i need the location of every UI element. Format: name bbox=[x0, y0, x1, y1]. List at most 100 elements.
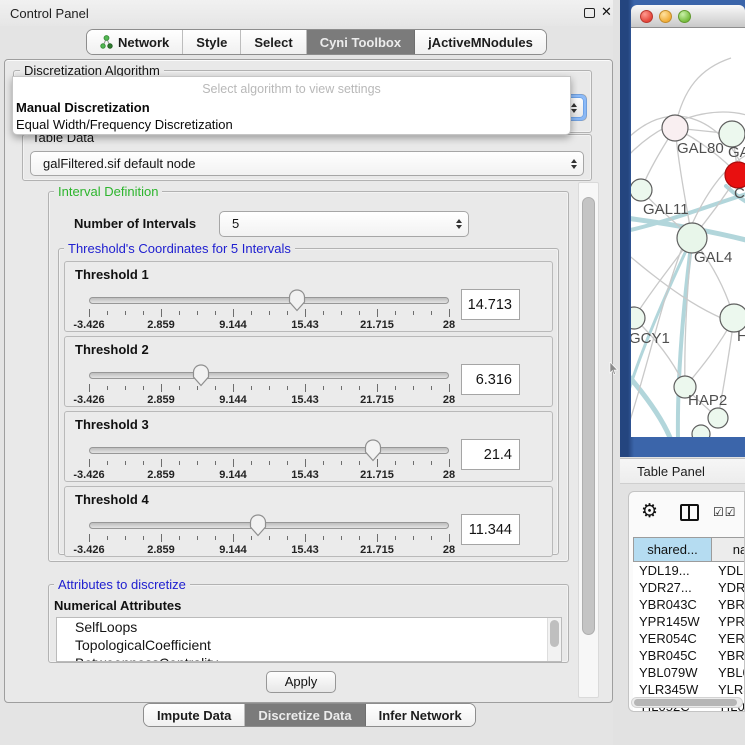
threshold-3-label: Threshold 3 bbox=[75, 417, 149, 432]
node-label: C bbox=[734, 185, 745, 202]
threshold-coordinates-title: Threshold's Coordinates for 5 Intervals bbox=[64, 241, 295, 256]
table-panel-title: Table Panel bbox=[637, 464, 705, 479]
minimize-traffic-light-icon[interactable] bbox=[659, 10, 672, 23]
node-gal80[interactable] bbox=[662, 115, 688, 141]
panel-vertical-scrollbar[interactable] bbox=[578, 182, 599, 698]
threshold-3-slider[interactable]: -3.426 2.859 9.144 15.43 21.715 28 bbox=[89, 438, 449, 482]
tab-style[interactable]: Style bbox=[183, 30, 241, 54]
interval-definition-title: Interval Definition bbox=[54, 184, 162, 199]
tab-impute-data[interactable]: Impute Data bbox=[144, 704, 245, 726]
list-item[interactable]: SelfLoops bbox=[57, 618, 561, 636]
scrollbar-thumb[interactable] bbox=[582, 197, 595, 635]
node-bottom[interactable] bbox=[708, 408, 728, 428]
gear-icon[interactable]: ⚙ bbox=[641, 500, 658, 523]
slider-track[interactable] bbox=[89, 522, 449, 529]
control-panel-titlebar: Control Panel ✕ bbox=[0, 0, 618, 26]
threshold-1-slider[interactable]: -3.426 2.859 9.144 15.43 21.715 28 bbox=[89, 288, 449, 332]
close-traffic-light-icon[interactable] bbox=[640, 10, 653, 23]
tab-infer-network[interactable]: Infer Network bbox=[366, 704, 475, 726]
threshold-1-label: Threshold 1 bbox=[75, 267, 149, 282]
slider-ticks bbox=[89, 309, 449, 318]
slider-tick-labels: -3.426 2.859 9.144 15.43 21.715 28 bbox=[89, 469, 449, 481]
node-gcy1[interactable] bbox=[631, 307, 645, 329]
column-header-shared-name[interactable]: shared... bbox=[633, 537, 712, 562]
tab-discretize-data[interactable]: Discretize Data bbox=[245, 704, 365, 726]
node-table: shared... name YDL19...YDL1 YDR27...YDR2… bbox=[633, 537, 745, 712]
scrollbar-thumb[interactable] bbox=[634, 699, 737, 706]
network-graph: GAL80 GA C GAL11 GAL4 GCY1 HA HAP2 bbox=[631, 28, 745, 437]
table-row[interactable]: YLR345WYLR3 bbox=[633, 681, 745, 698]
table-row[interactable]: YDL19...YDL1 bbox=[633, 562, 745, 579]
table-data-combobox[interactable]: galFiltered.sif default node bbox=[30, 151, 584, 176]
table-header-row: shared... name bbox=[633, 537, 745, 562]
number-of-intervals-combobox[interactable]: 5 bbox=[219, 211, 469, 237]
table-row[interactable]: YER054CYER0 bbox=[633, 630, 745, 647]
table-row[interactable]: YDR27...YDR2 bbox=[633, 579, 745, 596]
tab-jactivemnodules[interactable]: jActiveMNodules bbox=[415, 30, 546, 54]
apply-button[interactable]: Apply bbox=[266, 671, 336, 693]
float-window-icon[interactable] bbox=[584, 8, 595, 18]
threshold-4-value-field[interactable] bbox=[461, 514, 520, 545]
close-icon[interactable]: ✕ bbox=[601, 4, 612, 20]
slider-tick-labels: -3.426 2.859 9.144 15.43 21.715 28 bbox=[89, 544, 449, 556]
tab-network[interactable]: Network bbox=[87, 30, 183, 54]
network-window-titlebar[interactable] bbox=[631, 5, 745, 28]
table-panel-card: ⚙ ☑☑ shared... name YDL19...YDL1 YDR27..… bbox=[628, 491, 745, 712]
node-gal11[interactable] bbox=[631, 179, 652, 201]
threshold-3-value-field[interactable] bbox=[461, 439, 520, 470]
threshold-4-label: Threshold 4 bbox=[75, 492, 149, 507]
table-horizontal-scrollbar[interactable] bbox=[631, 697, 743, 708]
node-label: GAL11 bbox=[643, 201, 689, 218]
stepper-arrows-icon bbox=[456, 219, 462, 229]
slider-track[interactable] bbox=[89, 372, 449, 379]
algorithm-dropdown-popup: Select algorithm to view settings Manual… bbox=[12, 76, 571, 135]
slider-track[interactable] bbox=[89, 297, 449, 304]
tab-select[interactable]: Select bbox=[241, 30, 306, 54]
threshold-2-label: Threshold 2 bbox=[75, 342, 149, 357]
table-row[interactable]: YPR145WYPR1 bbox=[633, 613, 745, 630]
threshold-2-slider[interactable]: -3.426 2.859 9.144 15.43 21.715 28 bbox=[89, 363, 449, 407]
table-data-value: galFiltered.sif default node bbox=[43, 156, 195, 171]
dropdown-option-manual[interactable]: Manual Discretization bbox=[16, 100, 150, 115]
mouse-cursor bbox=[609, 362, 618, 375]
list-scrollbar[interactable] bbox=[547, 618, 561, 661]
dropdown-placeholder: Select algorithm to view settings bbox=[13, 82, 570, 96]
table-row[interactable]: YBL079WYBL0 bbox=[633, 664, 745, 681]
number-of-intervals-value: 5 bbox=[232, 216, 239, 231]
columns-icon[interactable] bbox=[680, 504, 699, 521]
node-label: GA bbox=[728, 144, 745, 161]
threshold-1-value-field[interactable] bbox=[461, 289, 520, 320]
threshold-4-slider[interactable]: -3.426 2.859 9.144 15.43 21.715 28 bbox=[89, 513, 449, 557]
slider-ticks bbox=[89, 384, 449, 393]
stepper-arrows-icon bbox=[571, 103, 577, 113]
threshold-3-panel: Threshold 3 -3.426 2.859 9.144 15.43 21.… bbox=[64, 411, 553, 482]
node-bottom-2[interactable] bbox=[692, 425, 710, 437]
screen: Control Panel ✕ Network Style Select Cyn… bbox=[0, 0, 745, 745]
node-label: GAL4 bbox=[694, 249, 732, 266]
network-icon bbox=[100, 35, 113, 49]
bottom-tab-strip: Impute Data Discretize Data Infer Networ… bbox=[143, 703, 476, 727]
table-row[interactable]: YBR043CYBR0 bbox=[633, 596, 745, 613]
zoom-traffic-light-icon[interactable] bbox=[678, 10, 691, 23]
threshold-1-panel: Threshold 1 -3.426 2.859 9.144 15.43 21.… bbox=[64, 261, 553, 332]
dropdown-option-equal-width[interactable]: Equal Width/Frequency Discretization bbox=[16, 117, 233, 132]
network-view-canvas[interactable]: GAL80 GA C GAL11 GAL4 GCY1 HA HAP2 bbox=[631, 28, 745, 437]
slider-track[interactable] bbox=[89, 447, 449, 454]
column-header-name[interactable]: name bbox=[712, 537, 745, 562]
node-label: HAP2 bbox=[688, 392, 727, 409]
threshold-2-value-field[interactable] bbox=[461, 364, 520, 395]
threshold-2-panel: Threshold 2 -3.426 2.859 9.144 15.43 21.… bbox=[64, 336, 553, 407]
list-item[interactable]: TopologicalCoefficient bbox=[57, 636, 561, 654]
numerical-attributes-list[interactable]: SelfLoops TopologicalCoefficient Between… bbox=[56, 617, 562, 662]
tab-cyni-toolbox[interactable]: Cyni Toolbox bbox=[307, 30, 415, 54]
attributes-title: Attributes to discretize bbox=[54, 577, 190, 592]
table-panel-titlebar: Table Panel bbox=[620, 458, 745, 484]
list-item[interactable]: BetweennessCentrality bbox=[57, 654, 561, 662]
checkbox-icons[interactable]: ☑☑ bbox=[713, 505, 737, 519]
stepper-arrows-icon bbox=[571, 159, 577, 169]
table-row[interactable]: YBR045CYBR0 bbox=[633, 647, 745, 664]
slider-ticks bbox=[89, 534, 449, 543]
threshold-4-panel: Threshold 4 -3.426 2.859 9.144 15.43 21.… bbox=[64, 486, 553, 557]
node-label: GAL80 bbox=[677, 140, 724, 157]
tab-network-label: Network bbox=[118, 35, 169, 50]
